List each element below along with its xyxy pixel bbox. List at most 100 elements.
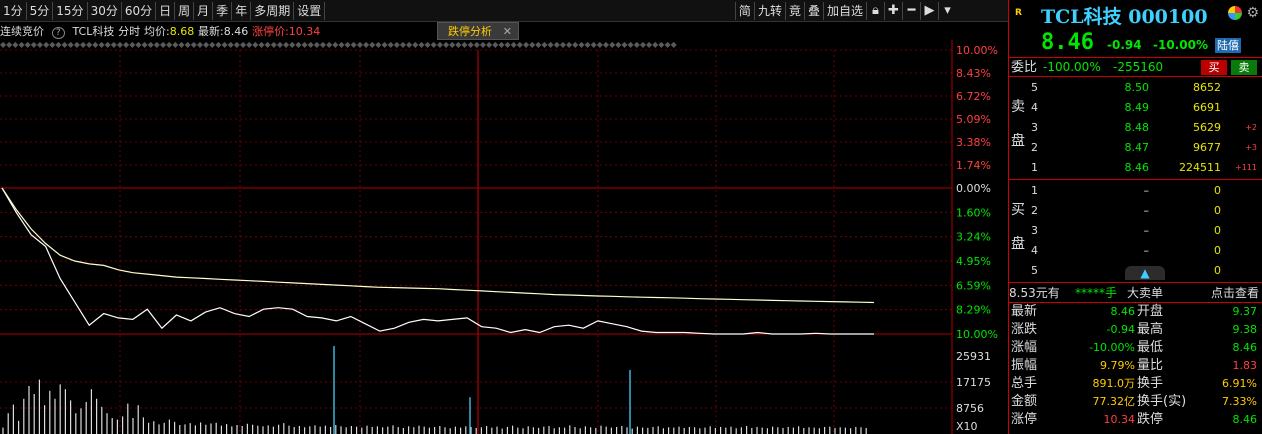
bid-row[interactable]: 1 – 0 — [1009, 181, 1262, 201]
hk-connect-badge[interactable]: 陆僖 — [1215, 38, 1241, 53]
ask-price: 8.49 — [1124, 101, 1150, 114]
order-ratio-row: 委比 -100.00% -255160 买 卖 — [1009, 58, 1262, 77]
tab-30min[interactable]: 30分 — [88, 2, 122, 20]
lock-icon[interactable]: 🔒︎ — [866, 2, 884, 20]
ask-level: 1 — [1031, 161, 1038, 174]
simple-button[interactable]: 简 — [734, 2, 754, 20]
overlay-button[interactable]: 叠 — [803, 2, 823, 20]
bid-volume: 0 — [1214, 244, 1221, 257]
tab-15min[interactable]: 15分 — [53, 2, 88, 20]
limit-down-analysis-tab[interactable]: 跌停分析 ✕ — [437, 22, 519, 40]
y-tick-label: 10.00% — [956, 44, 998, 57]
ask-row[interactable]: 1 8.46 224511 +111 — [1009, 158, 1262, 178]
buy-button[interactable]: 买 — [1201, 60, 1227, 75]
y-tick-label: 8.43% — [956, 67, 991, 80]
ask-row[interactable]: 3 8.48 5629 +2 — [1009, 118, 1262, 138]
bid-price: – — [1143, 204, 1150, 217]
right-axis: 10.00% 8.43% 6.72% 5.09% 3.38% 1.74% 0.00% 1.60… — [956, 44, 998, 433]
stat-value: 1.83 — [1232, 359, 1258, 372]
ask-row[interactable]: 2 8.47 9677 +3 — [1009, 138, 1262, 158]
event-markers-row: ◆◆◆◆◆◆◆◆◆◆◆◆◆◆◆◆◆◆◆◆◆◆◆◆◆◆◆◆◆◆◆◆◆◆◆◆◆◆◆◆… — [0, 40, 677, 49]
tab-year[interactable]: 年 — [232, 2, 252, 20]
chart-mode: 分时 — [118, 25, 141, 38]
price-change: -0.94 — [1107, 38, 1142, 52]
stat-label: 最新 — [1011, 304, 1038, 319]
gear-icon[interactable]: ⚙ — [1246, 6, 1259, 20]
bid-volume: 0 — [1214, 224, 1221, 237]
tab-5min[interactable]: 5分 — [27, 2, 54, 20]
stat-label: 最低 — [1137, 340, 1164, 355]
tab-60min[interactable]: 60分 — [122, 2, 157, 20]
bid-row[interactable]: 4 – 0 — [1009, 241, 1262, 261]
ask-price: 8.46 — [1124, 161, 1150, 174]
stat-label: 量比 — [1137, 358, 1164, 373]
ask-delta: +2 — [1245, 123, 1257, 132]
tab-1min[interactable]: 1分 — [0, 2, 27, 20]
y-tick-label: 1.74% — [956, 159, 991, 172]
ask-volume: 9677 — [1193, 141, 1221, 154]
ask-row[interactable]: 4 8.49 6691 — [1009, 98, 1262, 118]
bid-level: 1 — [1031, 184, 1038, 197]
stat-value: 10.34 — [1103, 413, 1136, 426]
y-tick-label: 3.38% — [956, 136, 991, 149]
volume-tick-label: X10 — [956, 420, 978, 433]
average-price-line — [1, 187, 875, 304]
intraday-chart[interactable]: 10.00% 8.43% 6.72% 5.09% 3.38% 1.74% 0.00% 1.60… — [0, 40, 1008, 434]
latest-value: 8.46 — [223, 25, 249, 38]
nine-turn-button[interactable]: 九转 — [753, 2, 785, 20]
volume-bars — [2, 346, 867, 434]
stat-label: 涨停 — [1011, 412, 1038, 427]
ask-row[interactable]: 5 8.50 8652 — [1009, 78, 1262, 98]
stats-table: 最新 8.46 开盘 9.37 涨跌 -0.94 最高 9.38 涨幅 -10.00% 最低 8.46… — [1009, 303, 1262, 429]
stat-value: 6.91% — [1222, 377, 1257, 390]
ask-delta: +3 — [1245, 143, 1257, 152]
tab-day[interactable]: 日 — [156, 2, 176, 20]
auction-status: 连续竞价 — [0, 25, 44, 38]
big-order-row: 8.53元有 *****手 大卖单 点击查看 — [1009, 283, 1262, 303]
r-tag: R — [1015, 8, 1022, 18]
ask-level: 3 — [1031, 121, 1038, 134]
timeframe-toolbar: 1分 5分 15分 30分 60分 日 周 月 季 年 多周期 设置 简 九转 … — [0, 0, 1008, 22]
y-tick-label: 3.24% — [956, 231, 991, 244]
dropdown-icon[interactable]: ▾ — [938, 2, 956, 20]
price-lines — [1, 187, 875, 335]
stat-label: 金额 — [1011, 394, 1038, 409]
y-tick-label: 6.72% — [956, 90, 991, 103]
sell-button[interactable]: 卖 — [1231, 60, 1257, 75]
pie-chart-icon[interactable] — [1228, 6, 1243, 20]
stock-title[interactable]: TCL科技 000100 — [1041, 2, 1208, 29]
avg-label: 均价: — [143, 25, 170, 38]
plus-icon[interactable]: ✚ — [884, 2, 902, 20]
stat-row: 总手 891.0万 换手 6.91% — [1009, 375, 1262, 393]
timeframe-tabs: 1分 5分 15分 30分 60分 日 周 月 季 年 多周期 设置 — [0, 2, 326, 20]
ask-level: 5 — [1031, 81, 1038, 94]
tab-quarter[interactable]: 季 — [213, 2, 233, 20]
y-tick-label: 5.09% — [956, 113, 991, 126]
next-icon[interactable]: ▶︎ — [920, 2, 938, 20]
bid-price: – — [1143, 244, 1150, 257]
bid-level: 2 — [1031, 204, 1038, 217]
add-watchlist-button[interactable]: 加自选 — [822, 2, 866, 20]
bid-row[interactable]: 3 – 0 — [1009, 221, 1262, 241]
ask-level: 4 — [1031, 101, 1038, 114]
big-order-link[interactable]: 点击查看 — [1211, 283, 1259, 303]
bid-row[interactable]: 2 – 0 — [1009, 201, 1262, 221]
tab-month[interactable]: 月 — [194, 2, 214, 20]
bid-volume: 0 — [1214, 264, 1221, 277]
stat-value: 7.33% — [1222, 395, 1257, 408]
ask-volume: 5629 — [1193, 121, 1221, 134]
bid-level: 3 — [1031, 224, 1038, 237]
close-icon[interactable]: ✕ — [503, 23, 512, 41]
tab-multi-period[interactable]: 多周期 — [251, 2, 295, 20]
chevron-up-icon[interactable]: ▲ — [1125, 266, 1165, 280]
y-tick-label: 1.60% — [956, 206, 991, 219]
order-ratio-diff: -255160 — [1113, 60, 1164, 74]
tab-settings[interactable]: 设置 — [294, 2, 326, 20]
volume-tick-label: 17175 — [956, 376, 991, 389]
latest-label: 最新: — [198, 25, 224, 38]
compare-button[interactable]: 竟 — [784, 2, 804, 20]
help-icon[interactable]: ? — [51, 27, 65, 39]
big-order-label: 大卖单 — [1127, 286, 1164, 300]
tab-week[interactable]: 周 — [175, 2, 195, 20]
minus-icon[interactable]: ━ — [902, 2, 920, 20]
